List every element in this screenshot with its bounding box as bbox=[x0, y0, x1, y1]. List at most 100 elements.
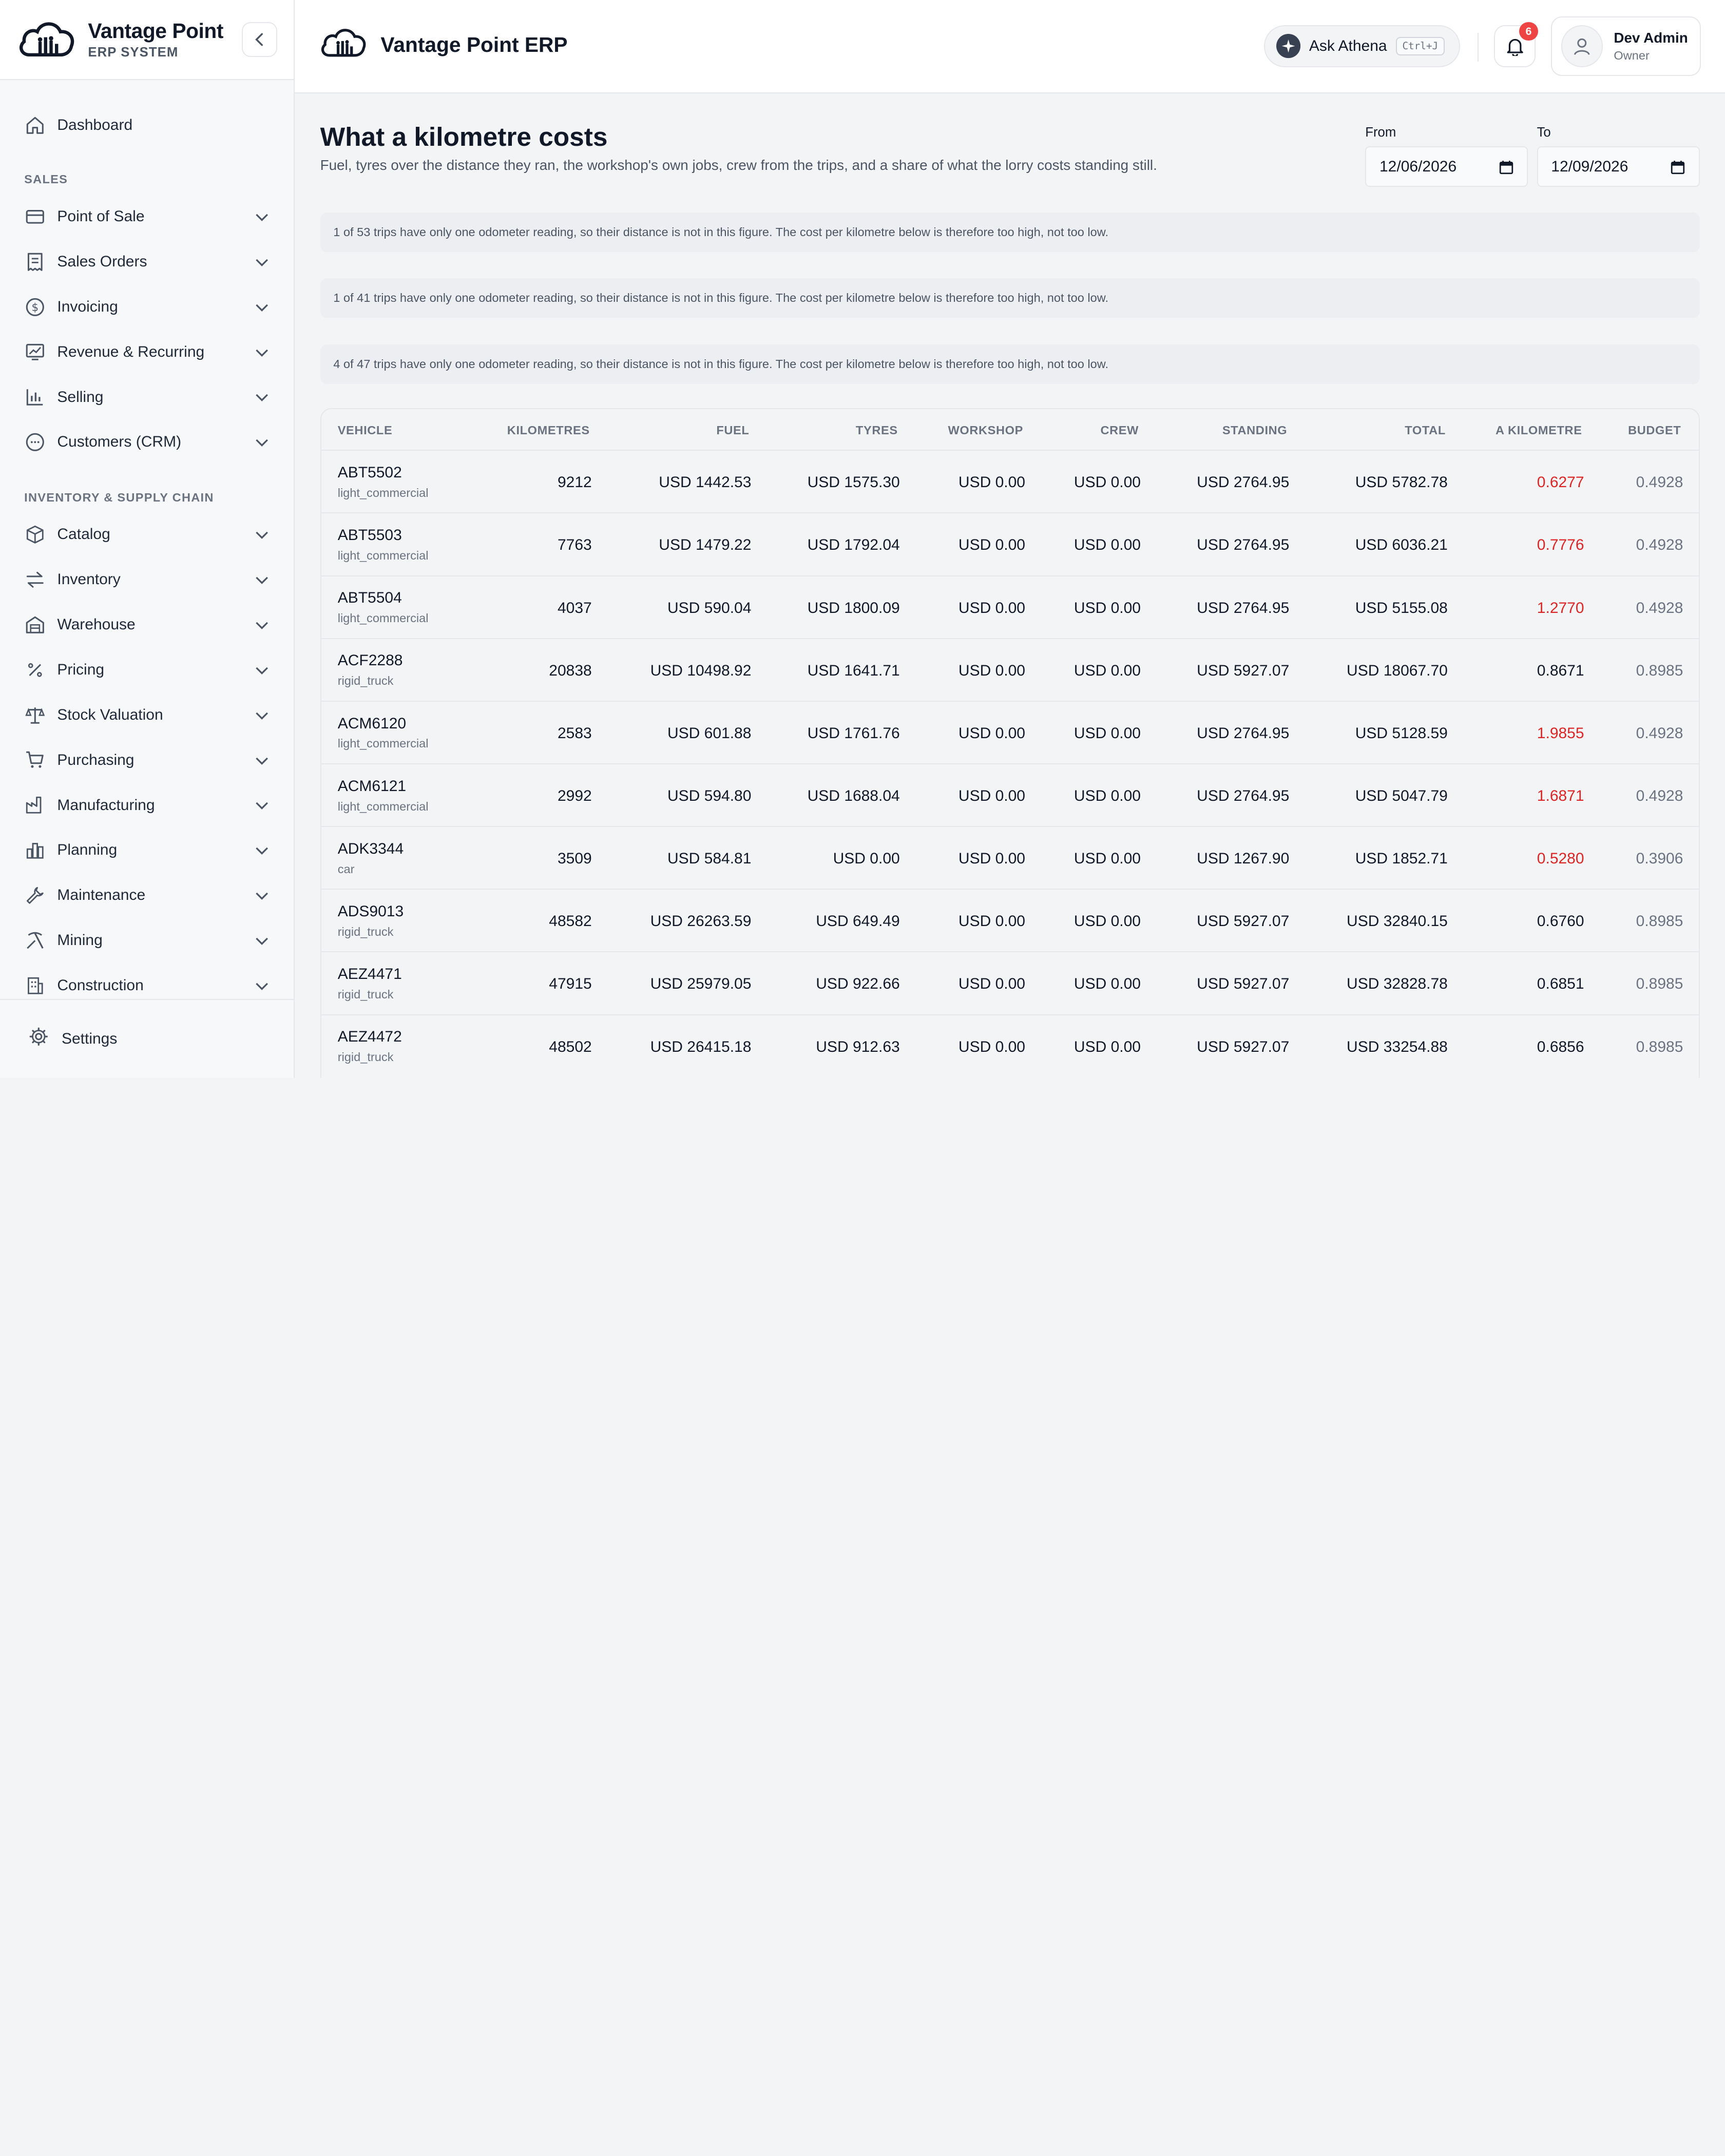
sidebar-item-dashboard[interactable]: Dashboard bbox=[13, 106, 282, 145]
sidebar-item-label: Mining bbox=[57, 932, 103, 949]
table-row[interactable]: ADK3344 car 3509 USD 584.81 USD 0.00 USD 0.00… bbox=[321, 826, 1699, 889]
cell-fuel: USD 10498.92 bbox=[650, 662, 752, 679]
sidebar-item-manufacturing[interactable]: Manufacturing bbox=[13, 785, 282, 825]
vehicle-id: ACM6121 bbox=[337, 777, 407, 795]
cell-budget: 0.3906 bbox=[1636, 850, 1683, 868]
sidebar-item-label: Planning bbox=[57, 841, 118, 859]
cell-tyres: USD 912.63 bbox=[816, 1038, 900, 1055]
sidebar-item-stock-valuation[interactable]: Stock Valuation bbox=[13, 695, 282, 735]
sidebar-item-label: Purchasing bbox=[57, 751, 135, 768]
cell-crew: USD 0.00 bbox=[1074, 599, 1141, 617]
cell-crew: USD 0.00 bbox=[1074, 975, 1141, 993]
sidebar-item-customers-crm[interactable]: Customers (CRM) bbox=[13, 422, 282, 462]
odometer-notice: 4 of 47 trips have only one odometer rea… bbox=[320, 344, 1700, 384]
box-icon bbox=[24, 524, 46, 546]
chevron-down-icon bbox=[256, 757, 268, 765]
table-row[interactable]: AEZ4471 rigid_truck 47915 USD 25979.05 USD 9… bbox=[321, 951, 1699, 1014]
column-header: WORKSHOP bbox=[948, 423, 1023, 437]
cell-total: USD 1852.71 bbox=[1355, 850, 1448, 868]
table-row[interactable]: ABT5502 light_commercial 9212 USD 1442.53 US… bbox=[321, 450, 1699, 512]
table-row[interactable]: AEZ4472 rigid_truck 48502 USD 26415.18 USD 9… bbox=[321, 1014, 1699, 1077]
cell-total: USD 5128.59 bbox=[1355, 724, 1448, 742]
cell-workshop: USD 0.00 bbox=[958, 724, 1025, 742]
sidebar-item-settings[interactable]: Settings bbox=[0, 998, 295, 1078]
table-row[interactable]: ABT5504 light_commercial 4037 USD 590.04 USD… bbox=[321, 575, 1699, 638]
ask-athena-button[interactable]: Ask Athena Ctrl+J bbox=[1264, 25, 1460, 67]
odometer-notice: 1 of 53 trips have only one odometer rea… bbox=[320, 212, 1700, 252]
column-header: CREW bbox=[1100, 423, 1139, 437]
cell-budget: 0.8985 bbox=[1636, 975, 1683, 993]
cell-tyres: USD 1792.04 bbox=[807, 536, 900, 554]
vehicle-id: ABT5502 bbox=[337, 464, 402, 481]
top-bar: Vantage Point ERP Ask Athena Ctrl+J 6 De… bbox=[295, 0, 1725, 94]
sidebar-item-maintenance[interactable]: Maintenance bbox=[13, 876, 282, 915]
warehouse-icon bbox=[24, 614, 46, 636]
user-menu[interactable]: Dev Admin Owner bbox=[1551, 16, 1701, 76]
sidebar-item-label: Stock Valuation bbox=[57, 706, 163, 723]
sidebar-nav: Dashboard SALES Point of Sale Sales Orde… bbox=[0, 80, 294, 998]
table-row[interactable]: ACM6121 light_commercial 2992 USD 594.80 USD… bbox=[321, 763, 1699, 826]
cell-standing: USD 2764.95 bbox=[1197, 787, 1290, 804]
cell-budget: 0.8985 bbox=[1636, 662, 1683, 679]
chevron-down-icon bbox=[256, 622, 268, 629]
cell-crew: USD 0.00 bbox=[1074, 850, 1141, 868]
cell-per-km: 0.8671 bbox=[1537, 662, 1584, 679]
sidebar-item-purchasing[interactable]: Purchasing bbox=[13, 740, 282, 780]
sidebar-item-label: Sales Orders bbox=[57, 253, 147, 270]
table-row[interactable]: ACM6120 light_commercial 2583 USD 601.88 USD… bbox=[321, 700, 1699, 763]
cell-standing: USD 2764.95 bbox=[1197, 724, 1290, 742]
sidebar-item-inventory[interactable]: Inventory bbox=[13, 560, 282, 600]
cell-budget: 0.4928 bbox=[1636, 724, 1683, 742]
cell-per-km: 0.6277 bbox=[1537, 474, 1584, 491]
cell-km: 3509 bbox=[557, 850, 592, 868]
cell-fuel: USD 1442.53 bbox=[659, 474, 752, 491]
page-title: What a kilometre costs bbox=[320, 121, 608, 151]
sidebar-item-sales-orders[interactable]: Sales Orders bbox=[13, 242, 282, 281]
sidebar-item-invoicing[interactable]: $ Invoicing bbox=[13, 287, 282, 326]
column-header: VEHICLE bbox=[337, 423, 393, 437]
sidebar-item-selling[interactable]: Selling bbox=[13, 377, 282, 417]
user-role: Owner bbox=[1614, 48, 1650, 62]
sidebar-item-pricing[interactable]: Pricing bbox=[13, 650, 282, 689]
gear-icon bbox=[29, 1027, 49, 1051]
sidebar-item-warehouse[interactable]: Warehouse bbox=[13, 605, 282, 645]
sidebar-item-point-of-sale[interactable]: Point of Sale bbox=[13, 197, 282, 237]
vehicle-id: ACM6120 bbox=[337, 715, 407, 732]
collapse-sidebar-button[interactable] bbox=[242, 22, 277, 57]
vehicle-type: light_commercial bbox=[337, 486, 429, 499]
bell-icon bbox=[1507, 38, 1523, 56]
cell-total: USD 5782.78 bbox=[1355, 474, 1448, 491]
sidebar-item-label: Pricing bbox=[57, 661, 105, 678]
sidebar-item-label: Warehouse bbox=[57, 616, 136, 633]
page-subtitle: Fuel, tyres over the distance they ran, … bbox=[320, 157, 1157, 174]
vehicle-type: light_commercial bbox=[337, 799, 429, 813]
from-date-input[interactable]: 12/06/2026 bbox=[1365, 146, 1528, 187]
cart-icon bbox=[24, 749, 46, 771]
sidebar-item-catalog[interactable]: Catalog bbox=[13, 515, 282, 554]
table-row[interactable]: ACF2288 rigid_truck 20838 USD 10498.92 USD 1… bbox=[321, 638, 1699, 701]
sidebar-item-construction[interactable]: Construction bbox=[13, 966, 282, 998]
sidebar-item-revenue-recurring[interactable]: Revenue & Recurring bbox=[13, 332, 282, 372]
cell-km: 7763 bbox=[557, 536, 592, 554]
to-date-input[interactable]: 12/09/2026 bbox=[1537, 146, 1700, 187]
sidebar-item-mining[interactable]: Mining bbox=[13, 921, 282, 960]
sidebar-item-planning[interactable]: Planning bbox=[13, 831, 282, 870]
ask-athena-label: Ask Athena bbox=[1309, 37, 1387, 54]
table-row[interactable]: ABT5503 light_commercial 7763 USD 1479.22 US… bbox=[321, 512, 1699, 575]
cell-per-km: 1.9855 bbox=[1537, 724, 1584, 742]
vehicle-type: rigid_truck bbox=[337, 674, 394, 688]
cell-per-km: 0.6851 bbox=[1537, 975, 1584, 993]
cell-workshop: USD 0.00 bbox=[958, 913, 1025, 930]
sidebar-item-label: Settings bbox=[61, 1030, 118, 1047]
vehicle-type: rigid_truck bbox=[337, 1050, 394, 1064]
chevron-down-icon bbox=[256, 394, 268, 402]
sidebar: Vantage Point ERP SYSTEM Dashboard SALES… bbox=[0, 0, 295, 1078]
cell-workshop: USD 0.00 bbox=[958, 599, 1025, 617]
table-row[interactable]: ADS9013 rigid_truck 48582 USD 26263.59 USD 6… bbox=[321, 889, 1699, 951]
cell-fuel: USD 25979.05 bbox=[650, 975, 752, 993]
cell-budget: 0.4928 bbox=[1636, 787, 1683, 804]
sidebar-item-label: Selling bbox=[57, 388, 104, 406]
chevron-down-icon bbox=[256, 712, 268, 720]
wrench-icon bbox=[24, 884, 46, 907]
cell-km: 48502 bbox=[549, 1038, 592, 1055]
